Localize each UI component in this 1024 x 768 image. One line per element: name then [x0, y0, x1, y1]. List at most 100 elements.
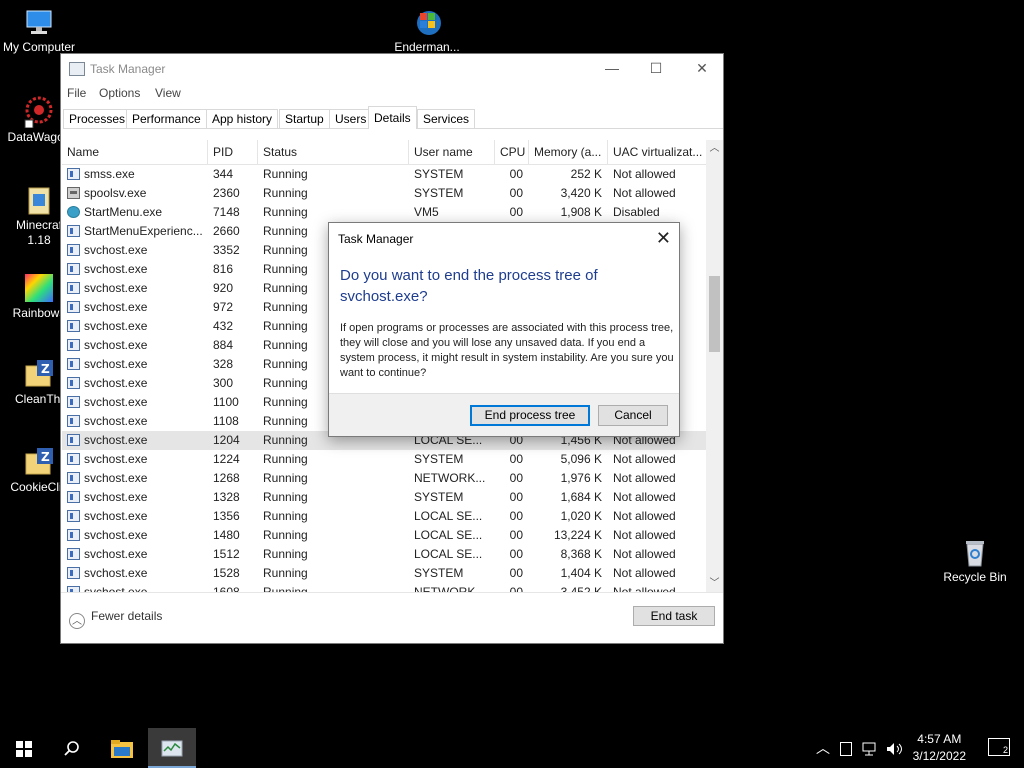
desktop-icon-enderman[interactable]: Enderman... — [388, 6, 466, 55]
process-pid-cell: 816 — [213, 262, 234, 276]
process-icon — [67, 472, 80, 484]
menu-file[interactable]: File — [67, 86, 86, 100]
table-row[interactable]: svchost.exe 1480 Running LOCAL SE... 00 13,22… — [62, 526, 706, 545]
sort-ascending-icon: ^ — [130, 140, 135, 145]
tab-services[interactable]: Services — [417, 109, 476, 128]
process-pid-cell: 1204 — [213, 433, 240, 447]
process-name-text: spoolsv.exe — [84, 186, 147, 200]
tab-app-history[interactable]: App history — [206, 109, 279, 128]
tab-processes[interactable]: Processes — [63, 109, 132, 128]
process-icon — [67, 168, 80, 180]
process-memory-cell: 1,684 K — [560, 490, 602, 504]
scrollbar-thumb[interactable] — [709, 276, 720, 352]
tab-startup[interactable]: Startup — [279, 109, 330, 128]
title-bar[interactable]: Task Manager — ☐ ✕ — [61, 54, 723, 84]
table-row[interactable]: svchost.exe 1268 Running NETWORK... 00 1,976 … — [62, 469, 706, 488]
close-button[interactable]: ✕ — [679, 54, 725, 84]
end-process-tree-button[interactable]: End process tree — [470, 405, 590, 426]
process-icon — [67, 282, 80, 294]
process-user-cell: SYSTEM — [414, 566, 464, 580]
scroll-down-arrow-icon[interactable]: ﹀ — [706, 575, 723, 592]
column-header-memory[interactable]: Memory (a... — [529, 140, 608, 164]
desktop-icon-my-computer[interactable]: My Computer — [0, 6, 78, 55]
tray-app-icon[interactable] — [840, 728, 852, 768]
process-pid-cell: 1512 — [213, 547, 240, 561]
process-cpu-cell: 00 — [509, 167, 523, 181]
process-name-cell: svchost.exe — [62, 412, 208, 431]
search-icon — [64, 741, 79, 756]
table-row[interactable]: svchost.exe 1356 Running LOCAL SE... 00 1,020… — [62, 507, 706, 526]
process-uac-cell: Not allowed — [613, 547, 676, 561]
end-task-button[interactable]: End task — [633, 606, 715, 626]
column-header-pid[interactable]: PID — [208, 140, 258, 164]
process-pid-cell: 1480 — [213, 528, 240, 542]
scroll-up-arrow-icon[interactable]: ︿ — [706, 140, 723, 157]
minimize-button[interactable]: — — [589, 54, 635, 84]
network-icon[interactable] — [862, 728, 880, 768]
process-name-text: svchost.exe — [84, 376, 148, 390]
fewer-details-link[interactable]: ︿ Fewer details — [69, 609, 162, 629]
process-name-cell: svchost.exe — [62, 355, 208, 374]
process-pid-cell: 344 — [213, 167, 234, 181]
vertical-scrollbar[interactable]: ︿ ﹀ — [706, 140, 723, 592]
column-header-status[interactable]: Status — [258, 140, 409, 164]
process-name-text: svchost.exe — [84, 547, 148, 561]
file-explorer-button[interactable] — [98, 728, 146, 768]
table-row[interactable]: smss.exe 344 Running SYSTEM 00 252 K Not allow… — [62, 165, 706, 184]
desktop-icon-recycle-bin[interactable]: Recycle Bin — [936, 536, 1014, 585]
table-row[interactable]: svchost.exe 1224 Running SYSTEM 00 5,096 K Not… — [62, 450, 706, 469]
table-row[interactable]: svchost.exe 1528 Running SYSTEM 00 1,404 K Not… — [62, 564, 706, 583]
process-name-cell: svchost.exe — [62, 583, 208, 592]
cancel-button[interactable]: Cancel — [598, 405, 668, 426]
process-uac-cell: Not allowed — [613, 509, 676, 523]
file-explorer-icon — [111, 739, 133, 758]
process-memory-cell: 1,020 K — [560, 509, 602, 523]
process-icon — [67, 320, 80, 332]
column-header-uac[interactable]: UAC virtualizat... — [608, 140, 706, 164]
process-pid-cell: 1328 — [213, 490, 240, 504]
volume-icon[interactable] — [886, 728, 904, 768]
tab-details[interactable]: Details — [368, 106, 417, 129]
table-row[interactable]: svchost.exe 1512 Running LOCAL SE... 00 8,368… — [62, 545, 706, 564]
process-memory-cell: 1,976 K — [560, 471, 602, 485]
process-name-cell: svchost.exe — [62, 279, 208, 298]
windows-logo-icon — [411, 6, 443, 38]
process-name-text: svchost.exe — [84, 300, 148, 314]
process-cpu-cell: 00 — [509, 471, 523, 485]
process-uac-cell: Not allowed — [613, 490, 676, 504]
zip-folder-icon: Z — [23, 358, 55, 390]
table-row[interactable]: StartMenu.exe 7148 Running VM5 00 1,908 K Disa… — [62, 203, 706, 222]
window-title: Task Manager — [90, 62, 166, 76]
process-name-text: svchost.exe — [84, 452, 148, 466]
column-header-name[interactable]: Name — [62, 140, 208, 164]
process-pid-cell: 300 — [213, 376, 234, 390]
process-cpu-cell: 00 — [509, 566, 523, 580]
process-name-cell: svchost.exe — [62, 260, 208, 279]
process-pid-cell: 7148 — [213, 205, 240, 219]
column-header-user-name[interactable]: User name — [409, 140, 495, 164]
table-header: Name ^ PID Status User name CPU Memory (… — [62, 140, 706, 165]
process-name-cell: StartMenu.exe — [62, 203, 208, 222]
table-row[interactable]: spoolsv.exe 2360 Running SYSTEM 00 3,420 K Not… — [62, 184, 706, 203]
process-pid-cell: 1356 — [213, 509, 240, 523]
menu-options[interactable]: Options — [99, 86, 140, 100]
process-name-cell: svchost.exe — [62, 469, 208, 488]
table-row[interactable]: svchost.exe 1328 Running SYSTEM 00 1,684 K Not… — [62, 488, 706, 507]
maximize-button[interactable]: ☐ — [633, 54, 679, 84]
tab-users[interactable]: Users — [329, 109, 373, 128]
column-header-cpu[interactable]: CPU — [495, 140, 529, 164]
show-hidden-icons-chevron-icon[interactable]: ︿ — [816, 728, 830, 768]
system-clock[interactable]: 4:57 AM 3/12/2022 — [913, 731, 966, 765]
menu-view[interactable]: View — [155, 86, 181, 100]
process-name-text: StartMenuExperienc... — [84, 224, 203, 238]
tab-performance[interactable]: Performance — [126, 109, 207, 128]
dialog-close-button[interactable]: ✕ — [656, 228, 671, 249]
svg-text:Z: Z — [41, 450, 50, 464]
process-icon — [67, 301, 80, 313]
search-button[interactable] — [48, 728, 96, 768]
process-name-cell: svchost.exe — [62, 488, 208, 507]
start-button[interactable] — [0, 728, 48, 768]
table-row[interactable]: svchost.exe 1608 Running NETWORK... 00 3,452 … — [62, 583, 706, 592]
task-manager-taskbar-button[interactable] — [148, 728, 196, 768]
action-center-button[interactable]: 2 — [988, 738, 1010, 756]
